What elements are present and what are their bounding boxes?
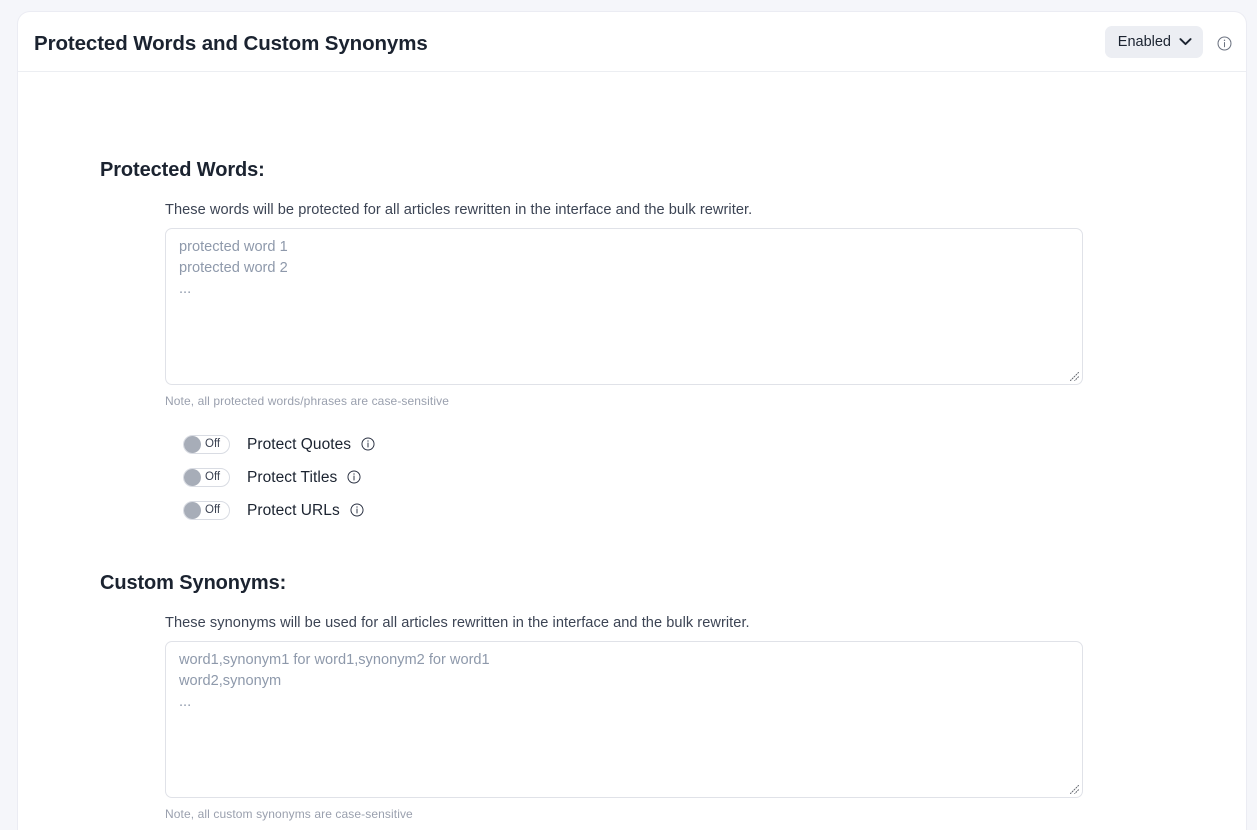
card-header: Protected Words and Custom Synonyms Enab… [18, 12, 1246, 72]
custom-synonyms-heading: Custom Synonyms: [100, 572, 287, 594]
protected-words-textarea[interactable]: protected word 1 protected word 2 ... [165, 228, 1083, 385]
info-circle-icon[interactable] [347, 469, 362, 484]
toggle-state-label: Off [205, 504, 221, 516]
custom-synonyms-placeholder: word1,synonym1 for word1,synonym2 for wo… [179, 652, 490, 710]
toggle-label-text: Protect Quotes [247, 435, 352, 453]
info-circle-icon[interactable] [349, 502, 364, 517]
protect-urls-label: Protect URLs [247, 502, 364, 520]
protected-words-placeholder: protected word 1 protected word 2 ... [179, 239, 288, 297]
header-controls: Enabled [1104, 26, 1232, 58]
page-title: Protected Words and Custom Synonyms [34, 32, 428, 55]
protect-urls-toggle[interactable]: Off [183, 501, 230, 520]
toggle-state-label: Off [205, 471, 221, 483]
toggle-knob [184, 469, 201, 486]
toggle-knob [184, 502, 201, 519]
toggle-label-text: Protect URLs [247, 501, 340, 519]
protected-words-heading: Protected Words: [100, 159, 265, 181]
toggle-row-protect-urls: Off Protect URLs [183, 501, 364, 520]
protected-words-description: These words will be protected for all ar… [165, 202, 753, 218]
settings-card: Protected Words and Custom Synonyms Enab… [18, 12, 1246, 830]
protect-quotes-label: Protect Quotes [247, 436, 375, 454]
custom-synonyms-textarea[interactable]: word1,synonym1 for word1,synonym2 for wo… [165, 641, 1083, 798]
toggle-row-protect-quotes: Off Protect Quotes [183, 435, 375, 454]
custom-synonyms-description: These synonyms will be used for all arti… [165, 615, 750, 631]
state-select[interactable]: Enabled [1104, 26, 1203, 58]
custom-synonyms-note: Note, all custom synonyms are case-sensi… [165, 807, 413, 821]
protected-words-note: Note, all protected words/phrases are ca… [165, 394, 450, 408]
resize-grip-icon [1066, 781, 1080, 795]
toggle-knob [184, 436, 201, 453]
protect-quotes-toggle[interactable]: Off [183, 435, 230, 454]
protect-titles-toggle[interactable]: Off [183, 468, 230, 487]
state-select-wrapper[interactable]: Enabled [1104, 26, 1203, 58]
info-circle-icon[interactable] [1217, 36, 1232, 51]
toggle-state-label: Off [205, 438, 221, 450]
page-root: Protected Words and Custom Synonyms Enab… [0, 0, 1257, 830]
info-circle-icon[interactable] [360, 436, 375, 451]
protect-titles-label: Protect Titles [247, 469, 362, 487]
toggle-label-text: Protect Titles [247, 468, 338, 486]
toggle-row-protect-titles: Off Protect Titles [183, 468, 362, 487]
resize-grip-icon [1066, 368, 1080, 382]
